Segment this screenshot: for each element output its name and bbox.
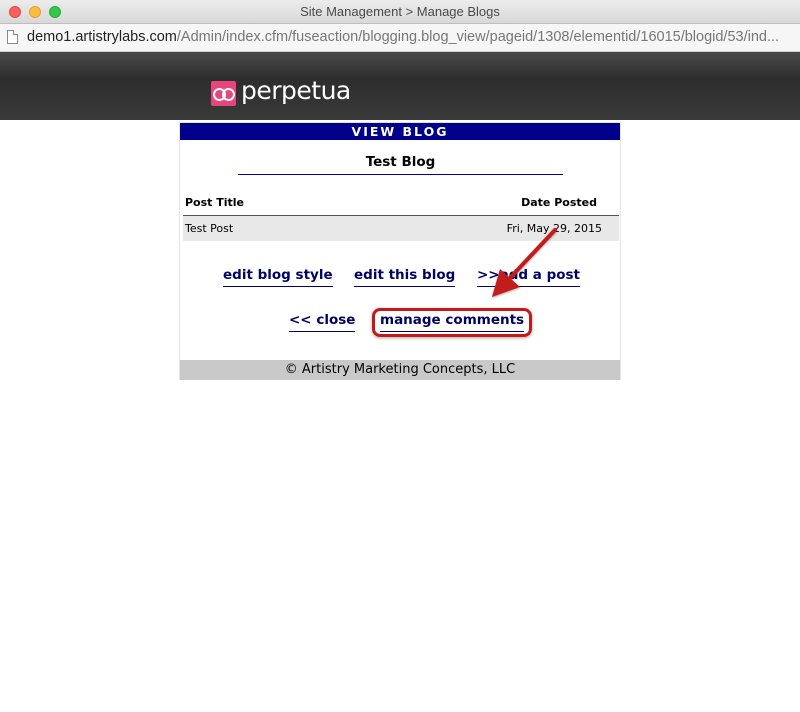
infinity-logo-icon bbox=[211, 81, 236, 106]
page-icon bbox=[7, 30, 18, 44]
url-host: demo1.artistrylabs.com bbox=[27, 29, 177, 45]
site-header: perpetua bbox=[0, 52, 800, 120]
window-title: Site Management > Manage Blogs bbox=[300, 4, 500, 19]
edit-blog-style-link[interactable]: edit blog style bbox=[223, 267, 333, 287]
url-path: /Admin/index.cfm/fuseaction/blogging.blo… bbox=[176, 29, 780, 45]
address-bar[interactable]: demo1.artistrylabs.com/Admin/index.cfm/f… bbox=[0, 24, 800, 52]
window-title-bar: Site Management > Manage Blogs bbox=[0, 0, 800, 24]
blog-title: Test Blog bbox=[238, 154, 563, 175]
close-link[interactable]: << close bbox=[289, 312, 356, 332]
column-header-date-posted: Date Posted bbox=[521, 196, 597, 209]
logo-text: perpetua bbox=[241, 76, 351, 105]
panel-footer: © Artistry Marketing Concepts, LLC bbox=[180, 360, 620, 380]
annotation-highlight-box bbox=[372, 308, 532, 337]
annotation-arrow-icon bbox=[492, 228, 557, 297]
panel-header: VIEW BLOG bbox=[180, 123, 620, 140]
edit-this-blog-link[interactable]: edit this blog bbox=[354, 267, 456, 287]
column-header-post-title: Post Title bbox=[185, 196, 245, 209]
url-field[interactable]: demo1.artistrylabs.com/Admin/index.cfm/f… bbox=[27, 29, 797, 45]
post-title-cell: Test Post bbox=[185, 222, 234, 235]
